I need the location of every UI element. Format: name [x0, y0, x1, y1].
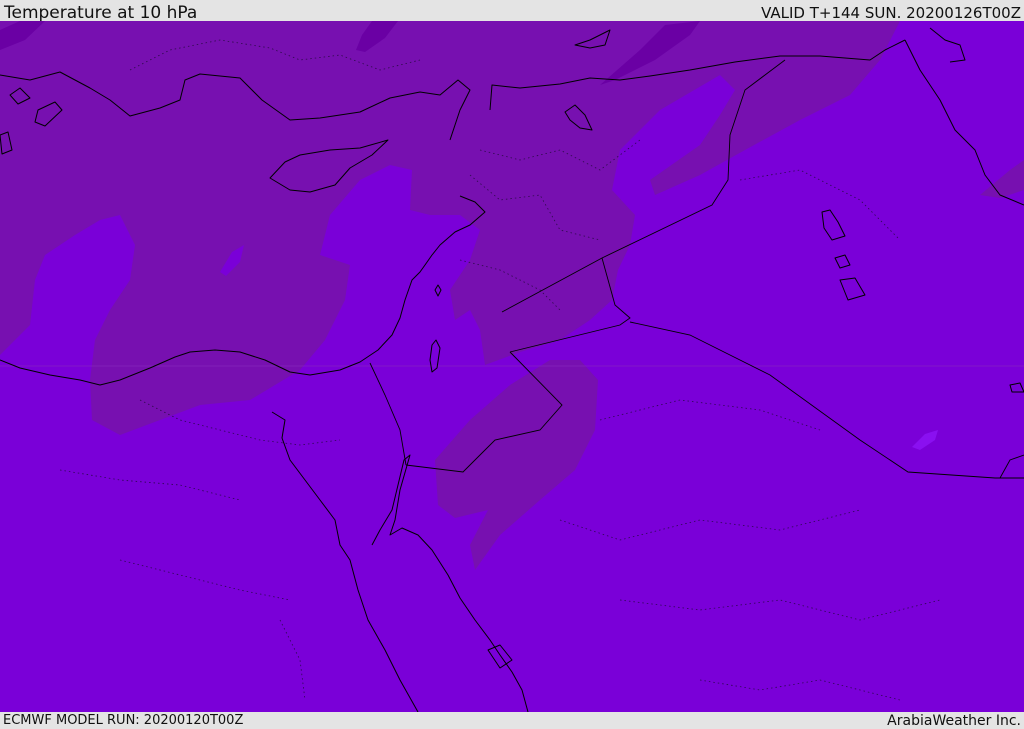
valid-time-label: VALID T+144 SUN. 20200126T00Z	[761, 4, 1021, 22]
map-footer: ECMWF MODEL RUN: 20200120T00Z ArabiaWeat…	[0, 712, 1024, 729]
map-header: Temperature at 10 hPa VALID T+144 SUN. 2…	[0, 0, 1024, 23]
credit-label: ArabiaWeather Inc.	[887, 713, 1021, 729]
temperature-map	[0, 21, 1024, 712]
model-run-label: ECMWF MODEL RUN: 20200120T00Z	[3, 713, 244, 728]
map-title: Temperature at 10 hPa	[4, 3, 198, 23]
